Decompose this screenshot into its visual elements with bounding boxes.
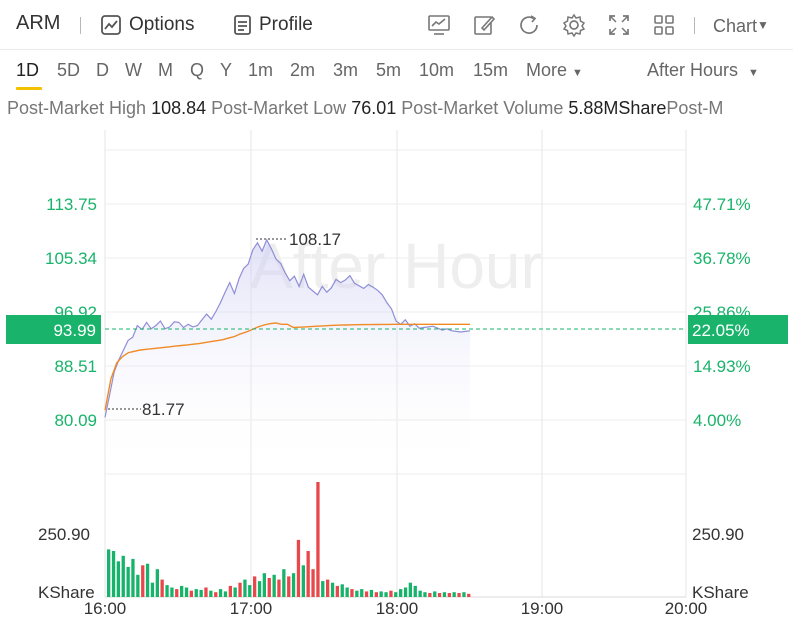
volume-bar <box>253 576 257 597</box>
volume-bar <box>330 582 335 597</box>
y-axis-right: 47.71%36.78%25.86%14.93%4.00% <box>693 195 751 430</box>
volume-bar <box>384 592 388 597</box>
x-tick: 18:00 <box>376 599 419 618</box>
volume-bar <box>121 555 125 597</box>
volume-bar <box>389 590 393 597</box>
volume-bar <box>262 573 266 597</box>
volume-bar <box>291 573 296 597</box>
x-tick: 19:00 <box>521 599 564 618</box>
volume-bar <box>399 589 403 597</box>
volume-bar <box>316 482 320 597</box>
volume-bar <box>418 590 422 597</box>
volume-bar <box>238 582 242 597</box>
volume-bar <box>345 587 349 597</box>
volume-bar <box>413 585 417 597</box>
volume-bar <box>287 576 291 597</box>
volume-bar <box>452 592 456 597</box>
volume-bar <box>374 592 378 597</box>
y-tick-right: 36.78% <box>693 249 751 268</box>
volume-bar <box>306 551 310 597</box>
current-price-value: 93.99 <box>53 321 96 340</box>
y-tick-right: 47.71% <box>693 195 751 214</box>
volume-bar <box>204 587 208 597</box>
volume-bar <box>301 565 305 597</box>
volume-bar <box>150 582 155 597</box>
volume-bar <box>282 569 286 597</box>
volume-bar <box>170 587 174 597</box>
volume-bar <box>369 589 374 597</box>
volume-bar <box>272 574 276 597</box>
volume-bar <box>116 561 120 597</box>
high-annotation: 108.17 <box>289 230 341 249</box>
y-tick-left: 80.09 <box>54 411 97 430</box>
volume-bar <box>433 591 437 597</box>
volume-bar <box>160 579 164 597</box>
y-tick-right: 4.00% <box>693 411 741 430</box>
volume-bar <box>321 581 325 597</box>
y-tick-left: 88.51 <box>54 357 97 376</box>
volume-bar <box>447 593 451 597</box>
volume-bar <box>189 590 193 597</box>
volume-bar <box>233 587 237 597</box>
price-chart[interactable]: After Hour 113.75105.3496.9288.5180.09 4… <box>0 0 793 630</box>
volume-bar <box>311 569 315 597</box>
volume-bar <box>194 589 198 597</box>
volume-bars <box>107 482 471 597</box>
volume-bar <box>228 585 232 597</box>
volume-bar <box>248 585 252 597</box>
volume-bar <box>218 589 223 597</box>
volume-bar <box>184 587 189 597</box>
low-annotation: 81.77 <box>142 400 185 419</box>
volume-bar <box>155 569 159 597</box>
volume-bar <box>267 578 271 597</box>
volume-axis-left-value: 250.90 <box>38 525 90 544</box>
volume-bar <box>379 591 383 597</box>
volume-bar <box>360 589 364 597</box>
volume-bar <box>442 592 447 597</box>
y-axis-left: 113.75105.3496.9288.5180.09 <box>45 195 97 430</box>
current-pct-value: 22.05% <box>692 321 750 340</box>
volume-bar <box>126 566 130 597</box>
volume-bar <box>277 579 281 597</box>
y-tick-left: 105.34 <box>45 249 97 268</box>
volume-bar <box>199 589 203 597</box>
volume-bar <box>340 584 344 597</box>
volume-axis-right-value: 250.90 <box>692 525 744 544</box>
volume-bar <box>223 591 228 597</box>
volume-bar <box>467 593 471 597</box>
volume-bar <box>209 590 213 597</box>
volume-bar <box>243 579 247 597</box>
volume-axis-left-unit: KShare <box>38 583 95 602</box>
volume-bar <box>462 592 466 597</box>
volume-bar <box>403 587 408 597</box>
volume-bar <box>141 565 145 597</box>
y-tick-right: 14.93% <box>693 357 751 376</box>
y-tick-left: 113.75 <box>46 195 97 214</box>
volume-bar <box>437 593 442 597</box>
volume-bar <box>296 539 301 597</box>
volume-bar <box>428 593 432 597</box>
volume-bar <box>257 581 262 597</box>
volume-bar <box>180 585 184 597</box>
x-tick: 17:00 <box>230 599 273 618</box>
volume-bar <box>136 574 140 597</box>
volume-bar <box>394 592 398 597</box>
volume-bar <box>408 582 412 597</box>
volume-bar <box>214 592 218 597</box>
x-axis: 16:00 17:00 18:00 19:00 20:00 <box>84 599 708 618</box>
volume-bar <box>111 551 116 597</box>
volume-bar <box>165 585 169 597</box>
volume-bar <box>107 549 111 597</box>
volume-bar <box>355 590 359 597</box>
volume-bar <box>364 591 369 597</box>
volume-axis-right-unit: KShare <box>692 583 749 602</box>
volume-bar <box>423 592 427 597</box>
volume-bar <box>145 563 150 597</box>
volume-bar <box>335 585 339 597</box>
volume-bar <box>175 589 179 597</box>
volume-bar <box>131 558 135 597</box>
volume-bar <box>457 593 461 597</box>
volume-bar <box>350 589 354 597</box>
volume-bar <box>326 579 330 597</box>
